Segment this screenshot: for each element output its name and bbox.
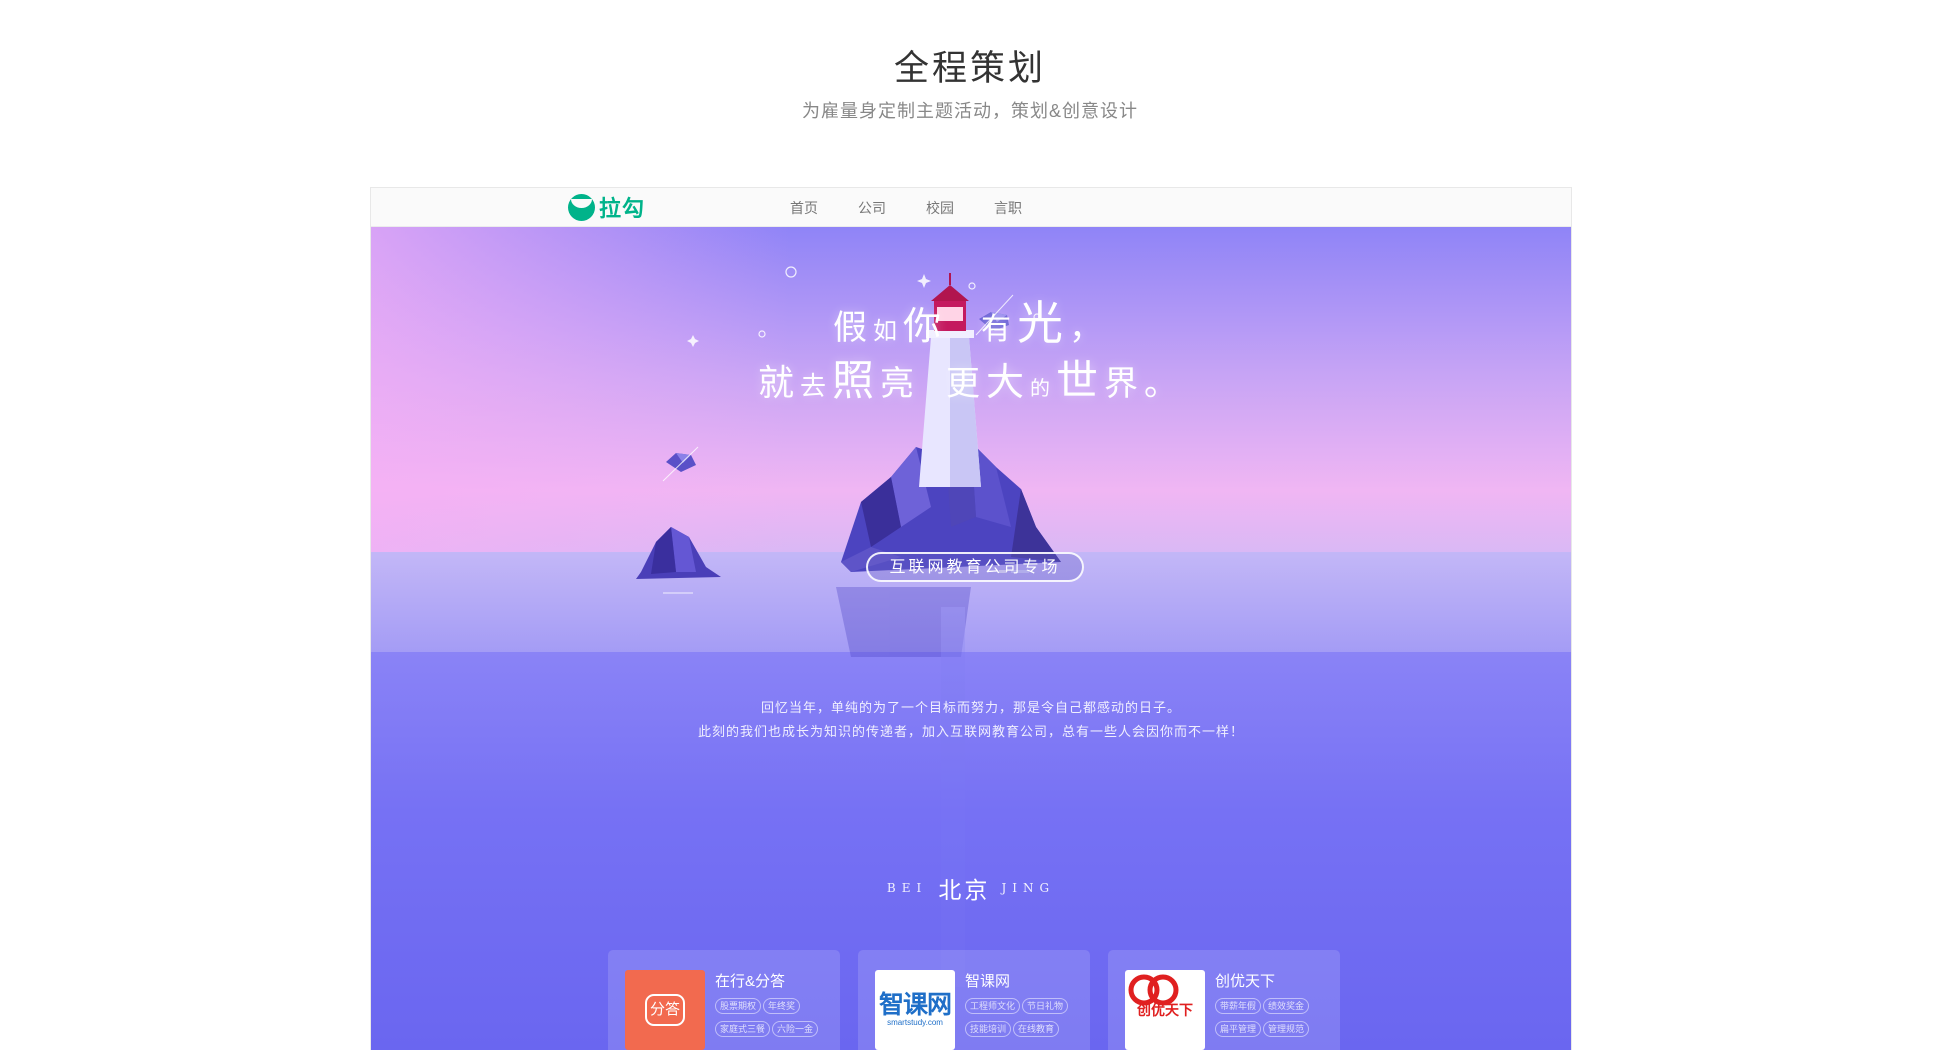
poem-line-2: 就去照亮 更大的世界。 bbox=[371, 347, 1571, 408]
nav-link-jobs[interactable]: 言职 bbox=[994, 198, 1022, 218]
company-tag: 股票期权 bbox=[715, 998, 762, 1014]
city-latin-left: BEI bbox=[886, 881, 928, 895]
nav-links: 首页 公司 校园 言职 bbox=[790, 188, 1062, 227]
poem-char: 光 bbox=[1017, 296, 1069, 350]
nav-link-home[interactable]: 首页 bbox=[790, 198, 818, 218]
chuangyou-logo-mark bbox=[1128, 974, 1179, 1006]
hero-banner: 假如你 有光， 就去照亮 更大的世界。 互联网教育公司专场 回忆当年，单纯的为了一个… bbox=[371, 227, 1571, 1050]
intro-line-2: 此刻的我们也成长为知识的传递者，加入互联网教育公司，总有一些人会因你而不一样！ bbox=[697, 725, 1244, 740]
chuangyou-logo: 创优天下 bbox=[1125, 970, 1205, 1050]
logo-text: 拉勾 bbox=[599, 196, 646, 221]
company-name: 在行&分答 bbox=[715, 973, 786, 990]
company-tag: 年终奖 bbox=[763, 998, 801, 1014]
intro-text: 回忆当年，单纯的为了一个目标而努力，那是令自己都感动的日子。 此刻的我们也成长为… bbox=[371, 697, 1571, 745]
company-cards: 分答 在行&分答 股票期权 年终奖家庭式三餐 六险一金 智课网 smartstudy… bbox=[608, 950, 1340, 1050]
poem-char: 更 bbox=[946, 364, 986, 404]
company-tag: 在线教育 bbox=[1013, 1021, 1060, 1037]
company-card-zaihang[interactable]: 分答 在行&分答 股票期权 年终奖家庭式三餐 六险一金 bbox=[608, 950, 840, 1050]
lagou-logo[interactable]: 拉勾 bbox=[568, 191, 645, 223]
company-tag: 管理规范 bbox=[1263, 1021, 1310, 1037]
poem-char: 就 bbox=[757, 363, 800, 404]
company-tag: 家庭式三餐 bbox=[715, 1021, 771, 1037]
poem-char: 照 bbox=[831, 356, 880, 405]
poem-char: 的 bbox=[1030, 376, 1057, 400]
smartstudy-logo-sub: smartstudy.com bbox=[887, 1018, 943, 1027]
company-tags: 工程师文化 节日礼物技能培训 在线教育 bbox=[965, 996, 1085, 1042]
poem-char: 世 bbox=[1056, 356, 1105, 405]
company-tag: 六险一金 bbox=[772, 1021, 819, 1037]
city-name: 北京 bbox=[938, 878, 991, 904]
company-name: 创优天下 bbox=[1215, 973, 1276, 990]
company-tag: 技能培训 bbox=[965, 1021, 1012, 1037]
poem-char: 大 bbox=[986, 360, 1031, 404]
page-preview-frame: 拉勾 首页 公司 校园 言职 假如你 有光， 就去照亮 更大的世界。 互联网教育… bbox=[370, 187, 1572, 1050]
company-tag: 带薪年假 bbox=[1215, 998, 1262, 1014]
section-subtitle: 为雇量身定制主题活动，策划&创意设计 bbox=[801, 101, 1138, 121]
poem-char: 假 bbox=[832, 308, 873, 348]
poem-line-1: 假如你 有光， bbox=[371, 287, 1571, 353]
company-tag: 工程师文化 bbox=[965, 998, 1021, 1014]
smartstudy-logo: 智课网 smartstudy.com bbox=[875, 970, 955, 1050]
company-tag: 扁平管理 bbox=[1215, 1021, 1262, 1037]
company-name: 智课网 bbox=[965, 973, 1011, 990]
poem-char: 亮 bbox=[880, 364, 920, 404]
company-tag: 绩效奖金 bbox=[1263, 998, 1310, 1014]
company-card-chuangyou[interactable]: 创优天下 创优天下 带薪年假 绩效奖金扁平管理 管理规范 bbox=[1108, 950, 1340, 1050]
company-tag: 节日礼物 bbox=[1022, 998, 1069, 1014]
nav-link-campus[interactable]: 校园 bbox=[926, 198, 954, 218]
city-latin-right: JING bbox=[1001, 881, 1056, 895]
poem-char: 你 bbox=[902, 304, 947, 348]
city-heading: BEI 北京 JING bbox=[371, 871, 1571, 905]
nav-link-company[interactable]: 公司 bbox=[858, 198, 886, 218]
smartstudy-logo-text: 智课网 bbox=[878, 991, 952, 1019]
company-tags: 带薪年假 绩效奖金扁平管理 管理规范 bbox=[1215, 996, 1335, 1042]
poem-char: 有 bbox=[981, 312, 1017, 347]
navbar: 拉勾 首页 公司 校园 言职 bbox=[371, 188, 1571, 227]
poem-char: 如 bbox=[872, 317, 903, 345]
lagou-logo-icon bbox=[568, 193, 595, 221]
poem-char: 去 bbox=[799, 372, 832, 402]
intro-line-1: 回忆当年，单纯的为了一个目标而努力，那是令自己都感动的日子。 bbox=[760, 701, 1181, 716]
fenda-logo-mark: 分答 bbox=[645, 994, 685, 1026]
company-card-smartstudy[interactable]: 智课网 smartstudy.com 智课网 工程师文化 节日礼物技能培训 在线教育 bbox=[858, 950, 1090, 1050]
fenda-logo: 分答 bbox=[625, 970, 705, 1050]
company-tags: 股票期权 年终奖家庭式三餐 六险一金 bbox=[715, 996, 835, 1042]
special-session-button[interactable]: 互联网教育公司专场 bbox=[866, 552, 1084, 582]
poem-char: ， bbox=[1069, 308, 1109, 348]
poem-char: 界 bbox=[1104, 364, 1145, 404]
poem-char: 。 bbox=[1144, 364, 1185, 404]
section-title: 全程策划 bbox=[893, 49, 1046, 88]
